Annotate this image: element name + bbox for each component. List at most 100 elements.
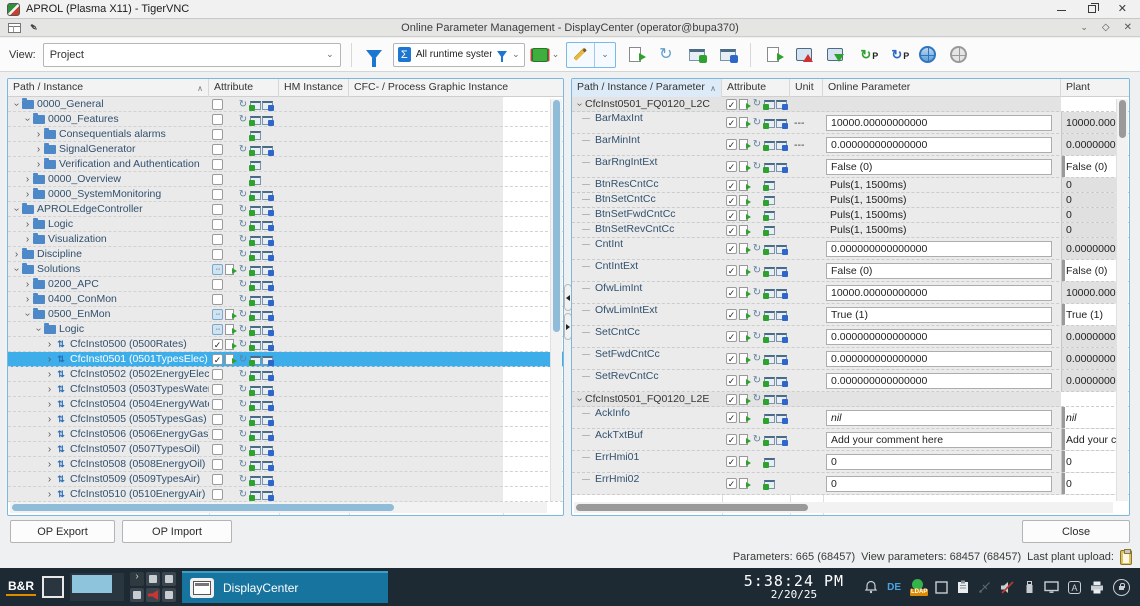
online-parameter-input[interactable]: 0.000000000000000 (826, 329, 1052, 345)
runtime-filter-combobox[interactable]: Σ All runtime systems ⌄ (393, 43, 525, 67)
row-checkbox[interactable]: ✓ (726, 265, 737, 276)
row-checkbox[interactable]: ✓ (726, 412, 737, 423)
pin-icon[interactable]: ✒ (26, 20, 41, 36)
tree-row[interactable]: ›⇅CfcInst0509 (0509TypesAir)↻ (8, 472, 563, 487)
expander-icon[interactable]: › (22, 292, 33, 307)
column-header-unit[interactable]: Unit (790, 79, 823, 97)
column-header-hm-instance[interactable]: HM Instance (279, 79, 349, 97)
expander-icon[interactable]: › (44, 382, 55, 397)
expander-icon[interactable]: › (574, 99, 585, 110)
row-checkbox[interactable]: ✓ (726, 195, 737, 206)
tree-row[interactable]: ›⇅CfcInst0507 (0507TypesOil)↻ (8, 442, 563, 457)
parameter-row[interactable]: BtnSetFwdCntCc✓Puls(1, 1500ms)0 (572, 208, 1129, 223)
row-checkbox[interactable] (212, 489, 223, 500)
br-logo[interactable]: B&R (6, 579, 36, 596)
parameter-row[interactable]: BtnSetRevCntCc✓Puls(1, 1500ms)0 (572, 223, 1129, 238)
tree-row[interactable]: ›Consequentials alarms (8, 127, 563, 142)
restore-icon[interactable] (1088, 5, 1096, 13)
web-offline-button[interactable] (947, 43, 971, 67)
row-checkbox[interactable]: ✓ (726, 478, 737, 489)
parameter-row[interactable]: BarRngIntExt✓↻False (0)False (0) (572, 156, 1129, 178)
hardware-dropdown[interactable]: ⌄ (532, 48, 560, 62)
row-checkbox[interactable]: ✓ (726, 456, 737, 467)
expander-icon[interactable]: › (44, 442, 55, 457)
parameter-row[interactable]: CntInt✓↻0.0000000000000000.0000000000000… (572, 238, 1129, 260)
taskbar-task-displaycenter[interactable]: DisplayCenter (182, 571, 388, 603)
left-horizontal-scrollbar[interactable] (10, 502, 547, 513)
virtual-desktop-2[interactable] (70, 573, 124, 601)
tree-row[interactable]: ›0000_General↻ (8, 97, 563, 112)
online-parameter-input[interactable]: Add your comment here (826, 432, 1052, 448)
expander-icon[interactable]: › (44, 487, 55, 502)
online-parameter-input[interactable]: 10000.00000000000 (826, 115, 1052, 131)
parameter-row[interactable]: AckTxtBuf✓↻Add your comment hereAdd your… (572, 429, 1129, 451)
row-checkbox[interactable]: ✓ (212, 339, 223, 350)
parameter-row[interactable]: SetRevCntCc✓↻0.0000000000000000.00000000… (572, 370, 1129, 392)
tree-row[interactable]: ›0400_ConMon↻ (8, 292, 563, 307)
online-parameter-input[interactable]: False (0) (826, 263, 1052, 279)
tree-row[interactable]: ›Visualization↻ (8, 232, 563, 247)
expander-icon[interactable]: › (44, 457, 55, 472)
tree-row[interactable]: ›SignalGenerator↻ (8, 142, 563, 157)
tree-row[interactable]: ›⇅CfcInst0501 (0501TypesElec)✓↻ (8, 352, 563, 367)
op-import-button[interactable]: OP Import (122, 520, 232, 543)
column-header-path-parameter[interactable]: Path / Instance / Parameter∧ (572, 79, 722, 97)
keyboard-a-icon[interactable]: A (1068, 581, 1081, 594)
online-parameter-input[interactable]: 0.000000000000000 (826, 137, 1052, 153)
row-checkbox[interactable]: ✓ (212, 354, 223, 365)
widget-icon[interactable] (146, 572, 160, 586)
online-parameter-input[interactable]: 10000.00000000000 (826, 285, 1052, 301)
tree-row[interactable]: ›⇅CfcInst0502 (0502EnergyElec)↻ (8, 367, 563, 382)
expander-icon[interactable]: › (22, 277, 33, 292)
right-vertical-scrollbar[interactable] (1116, 99, 1128, 501)
row-checkbox[interactable] (212, 174, 223, 185)
tree-row[interactable]: ›0000_Overview (8, 172, 563, 187)
parameter-row[interactable]: OfwLimInt✓↻10000.0000000000010000.000000… (572, 282, 1129, 304)
tree-row[interactable]: ›0200_APC↻ (8, 277, 563, 292)
row-checkbox[interactable]: ✓ (726, 99, 737, 110)
row-checkbox[interactable] (212, 114, 223, 125)
table-tools-button[interactable] (716, 43, 740, 67)
expander-icon[interactable]: › (22, 172, 33, 187)
tree-row[interactable]: ›Verification and Authentication (8, 157, 563, 172)
tree-row[interactable]: ›⇅CfcInst0506 (0506EnergyGas)↻ (8, 427, 563, 442)
row-checkbox[interactable] (212, 159, 223, 170)
row-checkbox[interactable] (212, 249, 223, 260)
window-icon[interactable] (935, 581, 948, 594)
expander-icon[interactable]: › (44, 412, 55, 427)
right-horizontal-scrollbar[interactable] (574, 502, 1113, 513)
reload-button[interactable]: ↻ (654, 43, 678, 67)
tree-row[interactable]: ›Logic↻ (8, 217, 563, 232)
parameter-row[interactable]: SetFwdCntCc✓↻0.0000000000000000.00000000… (572, 348, 1129, 370)
row-checkbox[interactable] (212, 294, 223, 305)
column-header-cfc-instance[interactable]: CFC- / Process Graphic Instance (349, 79, 564, 97)
tree-row[interactable]: ›0000_SystemMonitoring↻ (8, 187, 563, 202)
op-export-button[interactable]: OP Export (10, 520, 115, 543)
bell-icon[interactable] (864, 580, 878, 594)
parameter-row[interactable]: ErrHmi02✓00 (572, 473, 1129, 495)
parameter-row[interactable]: BtnResCntCc✓Puls(1, 1500ms)0 (572, 178, 1129, 193)
tree-row[interactable]: ›Solutions···↻ (8, 262, 563, 277)
expander-icon[interactable]: › (44, 397, 55, 412)
digital-clock[interactable]: 5:38:24 PM 2/20/25 (744, 573, 858, 602)
online-parameter-input[interactable]: True (1) (826, 307, 1052, 323)
minimize-icon[interactable] (1057, 10, 1066, 11)
usb-off-icon[interactable] (978, 581, 991, 594)
widget-icon[interactable] (130, 588, 144, 602)
export-document-button[interactable] (761, 43, 785, 67)
row-checkbox[interactable] (212, 234, 223, 245)
plant-upload-clipboard-icon[interactable] (1120, 550, 1132, 565)
row-checkbox[interactable]: ✓ (726, 434, 737, 445)
filter-button[interactable] (362, 43, 386, 67)
expander-icon[interactable]: › (33, 127, 44, 142)
web-online-button[interactable] (916, 43, 940, 67)
row-checkbox[interactable]: ✓ (726, 243, 737, 254)
online-parameter-input[interactable]: 0 (826, 476, 1052, 492)
expander-icon[interactable]: › (22, 232, 33, 247)
row-checkbox[interactable] (212, 369, 223, 380)
tree-row[interactable]: ›⇅CfcInst0503 (0503TypesWater)↻ (8, 382, 563, 397)
parameter-row[interactable]: AckInfo✓nilnil (572, 407, 1129, 429)
edit-mode-dropdown[interactable]: ⌄ (566, 42, 616, 68)
row-checkbox[interactable]: ✓ (726, 287, 737, 298)
expander-icon[interactable]: › (44, 352, 55, 367)
